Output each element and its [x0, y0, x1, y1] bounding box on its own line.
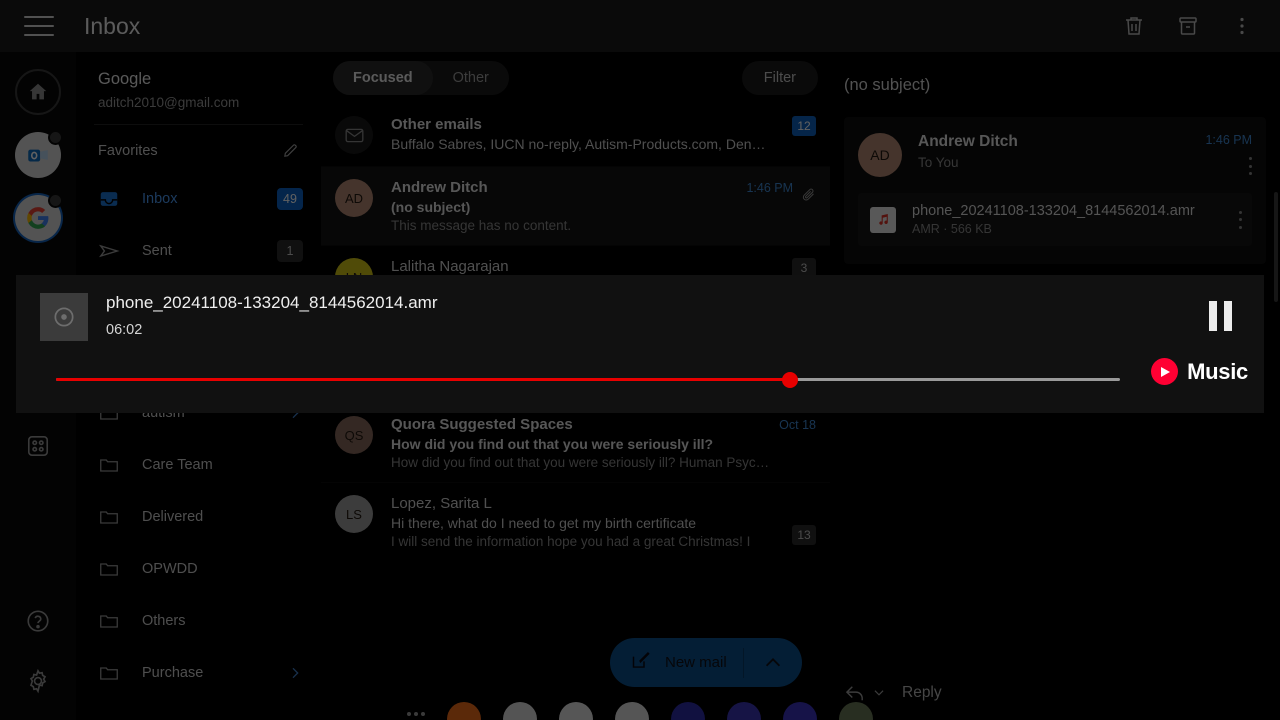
disc-icon: [40, 293, 88, 341]
seek-fill: [56, 378, 791, 381]
seek-thumb[interactable]: [782, 371, 799, 388]
youtube-music-branding: Music: [1151, 358, 1248, 385]
player-track-title: phone_20241108-133204_8144562014.amr: [106, 293, 438, 312]
youtube-music-icon: [1151, 358, 1179, 385]
player-top-row: phone_20241108-133204_8144562014.amr 06:…: [16, 275, 1264, 341]
brand-label: Music: [1187, 358, 1248, 384]
screen: Inbox: [0, 0, 1280, 720]
player-seek-bar[interactable]: [56, 371, 1120, 388]
player-meta: phone_20241108-133204_8144562014.amr 06:…: [106, 293, 438, 338]
pause-icon[interactable]: [1209, 301, 1232, 331]
player-elapsed-time: 06:02: [106, 322, 143, 338]
audio-player-overlay: phone_20241108-133204_8144562014.amr 06:…: [16, 275, 1264, 413]
